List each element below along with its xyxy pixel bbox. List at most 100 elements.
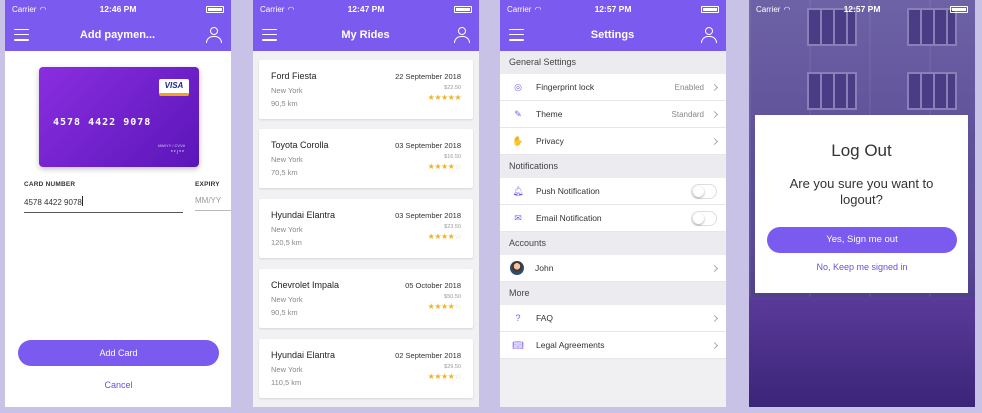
chevron-right-icon (710, 264, 719, 272)
ride-city: New York (271, 225, 303, 234)
setting-push: 🔔︎ Push Notification (500, 178, 726, 205)
header: Carrier ◠ 12:57 PM Settings (500, 0, 726, 51)
add-card-button[interactable]: Add Card (18, 340, 219, 366)
chevron-right-icon (710, 314, 719, 322)
battery-icon (701, 5, 719, 13)
rating-stars: ★★★★☆ (428, 232, 462, 241)
status-bar: Carrier ◠ 12:47 PM (253, 0, 479, 18)
ride-date: 22 September 2018 (395, 72, 461, 81)
card-dots: **/** (170, 150, 185, 156)
confirm-logout-button[interactable]: Yes, Sign me out (767, 227, 957, 253)
ride-distance: 120,5 km (271, 238, 302, 247)
setting-privacy[interactable]: ✋ Privacy (500, 128, 726, 155)
mail-icon: ✉ (514, 212, 522, 223)
profile-icon[interactable] (453, 26, 470, 43)
chevron-right-icon (710, 341, 719, 349)
setting-email: ✉ Email Notification (500, 205, 726, 232)
logout-dialog: Log Out Are you sure you want to logout?… (755, 115, 968, 293)
star-icon: ★ (440, 372, 448, 381)
expiry-label: EXPIRY (195, 181, 220, 188)
section-more: More (500, 282, 726, 305)
setting-faq[interactable]: ? FAQ (500, 305, 726, 332)
account-john[interactable]: John (500, 255, 726, 282)
card-number-value: 4578 4422 9078 (24, 198, 82, 207)
ride-car-name: Toyota Corolla (271, 140, 329, 150)
legal-label: Legal Agreements (536, 340, 605, 350)
ride-city: New York (271, 155, 303, 164)
menu-icon[interactable] (262, 28, 277, 41)
cancel-link[interactable]: Cancel (18, 380, 219, 390)
star-icon: ★ (440, 162, 448, 171)
navbar: My Rides (253, 18, 479, 51)
star-icon: ☆ (454, 232, 461, 241)
rating-stars: ★★★★☆ (428, 162, 462, 171)
star-icon: ★ (434, 372, 441, 381)
faq-label: FAQ (536, 313, 554, 323)
ride-date: 02 September 2018 (395, 351, 461, 360)
ride-price: $23.50 (444, 224, 461, 230)
navbar: Add paymen... (5, 18, 231, 51)
add-payment-screen: Carrier ◠ 12:46 PM Add paymen... VISA 457… (5, 0, 231, 407)
fingerprint-icon: ◎ (514, 81, 522, 92)
rating-stars: ★★★★☆ (428, 372, 462, 381)
expiry-field[interactable]: MM/YY (195, 196, 231, 211)
ride-card[interactable]: Hyundai Elantra New York 120,5 km 03 Septem… (259, 199, 473, 258)
page-title: Add paymen... (79, 28, 156, 41)
header: Carrier ◠ 12:46 PM Add paymen... (5, 0, 231, 51)
star-icon: ★ (434, 162, 441, 171)
setting-theme[interactable]: ✎ Theme Standard (500, 101, 726, 128)
card-small-text: MM/YY / CVV# (158, 143, 185, 148)
rating-stars: ★★★★★ (428, 93, 462, 102)
ride-city: New York (271, 295, 303, 304)
ride-price: $22.50 (444, 85, 461, 91)
card-number-field[interactable]: 4578 4422 9078 (24, 196, 183, 213)
chevron-right-icon (710, 110, 719, 118)
avatar (510, 261, 524, 275)
profile-icon[interactable] (701, 26, 717, 43)
ride-card[interactable]: Ford Fiesta New York 90,5 km 22 September 2… (259, 60, 473, 119)
push-toggle[interactable] (691, 183, 717, 199)
setting-fingerprint[interactable]: ◎ Fingerprint lock Enabled (500, 74, 726, 101)
section-notifications: Notifications (500, 155, 726, 178)
star-icon: ★ (440, 232, 448, 241)
ride-car-name: Ford Fiesta (271, 71, 317, 81)
status-bar: Carrier ◠ 12:57 PM (749, 0, 975, 18)
bell-icon: 🔔︎ (512, 185, 524, 196)
navbar: Settings (500, 18, 726, 51)
stay-signed-in-link[interactable]: No, Keep me signed in (767, 262, 957, 272)
setting-legal[interactable]: 📖︎ Legal Agreements (500, 332, 726, 359)
credit-card-preview: VISA 4578 4422 9078 MM/YY / CVV# **/** (39, 67, 199, 167)
ride-price: $29.50 (444, 364, 461, 370)
card-number-display: 4578 4422 9078 (53, 117, 152, 128)
ride-distance: 110,5 km (271, 378, 302, 387)
status-bar: Carrier ◠ 12:46 PM (5, 0, 231, 18)
settings-screen: Carrier ◠ 12:57 PM Settings General Setti… (500, 0, 726, 407)
chevron-right-icon (710, 83, 719, 91)
menu-icon[interactable] (509, 28, 524, 41)
ride-price: $16.50 (444, 154, 461, 160)
ride-card[interactable]: Chevrolet Impala New York 90,5 km 05 Octobe… (259, 269, 473, 328)
clock: 12:47 PM (347, 4, 385, 14)
theme-label: Theme (536, 109, 563, 119)
ride-distance: 70,5 km (271, 168, 298, 177)
dialog-title: Log Out (831, 141, 892, 160)
star-icon: ☆ (454, 162, 461, 171)
section-accounts: Accounts (500, 232, 726, 255)
page-title: Settings (590, 28, 635, 41)
ride-car-name: Chevrolet Impala (271, 280, 340, 290)
email-toggle[interactable] (691, 210, 717, 226)
star-icon: ★ (434, 93, 441, 102)
menu-icon[interactable] (14, 28, 29, 41)
ride-distance: 90,5 km (271, 308, 298, 317)
rating-stars: ★★★★☆ (428, 302, 462, 311)
ride-card[interactable]: Toyota Corolla New York 70,5 km 03 Septembe… (259, 129, 473, 188)
header: Carrier ◠ 12:47 PM My Rides (253, 0, 479, 51)
chevron-right-icon (710, 137, 719, 145)
ride-car-name: Hyundai Elantra (271, 350, 336, 360)
background-street (749, 297, 975, 407)
ride-card[interactable]: Hyundai Elantra New York 110,5 km 02 Septem… (259, 339, 473, 398)
profile-icon[interactable] (206, 26, 222, 43)
theme-value: Standard (671, 109, 704, 119)
star-icon: ★ (434, 232, 441, 241)
building-window (807, 72, 857, 110)
